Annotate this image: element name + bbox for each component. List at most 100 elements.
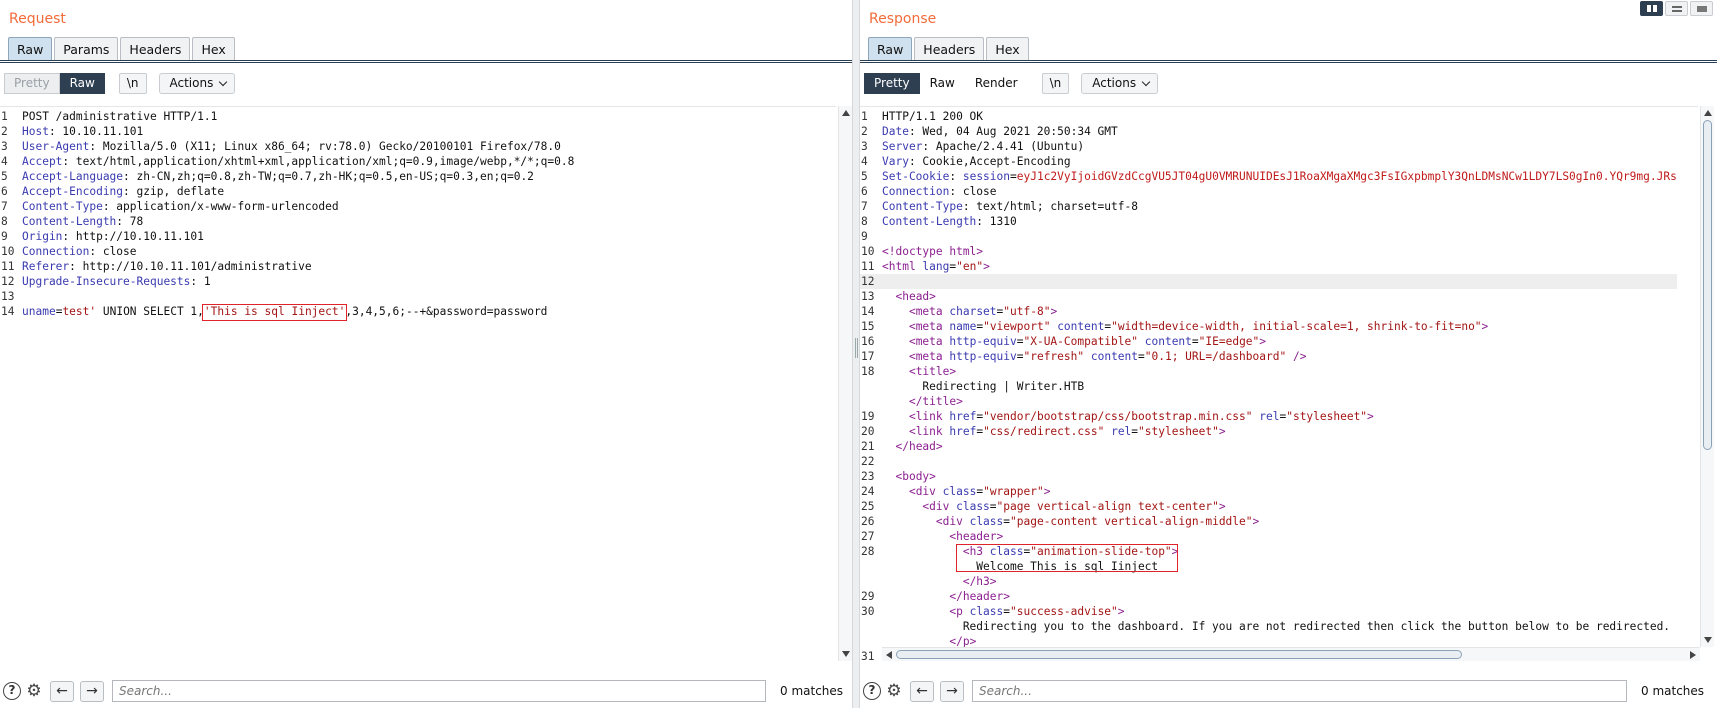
code-text: Content-Type: text/html; charset=utf-8 bbox=[882, 199, 1138, 214]
settings-button[interactable]: ⚙ bbox=[24, 681, 44, 701]
code-text: HTTP/1.1 200 OK bbox=[882, 109, 983, 124]
line-number: 14 bbox=[861, 305, 875, 318]
code-line: 26 <div class="page-content vertical-ali… bbox=[860, 514, 1677, 529]
response-vertical-scrollbar[interactable] bbox=[1700, 106, 1714, 647]
scroll-up-icon[interactable] bbox=[1704, 110, 1712, 116]
response-footer: ? ⚙ ← → Search... 0 matches bbox=[860, 676, 1704, 706]
horizontal-scroll-thumb[interactable] bbox=[896, 650, 1462, 659]
code-token: href bbox=[949, 425, 977, 438]
code-line: 8 Content-Length: 1310 bbox=[860, 214, 1677, 229]
help-button[interactable]: ? bbox=[862, 681, 882, 701]
code-token: <link bbox=[908, 410, 950, 423]
code-line: 27 <header> bbox=[860, 529, 1677, 544]
code-text: <title> bbox=[882, 364, 956, 379]
code-text: Accept-Encoding: gzip, deflate bbox=[22, 184, 224, 199]
line-number: 4 bbox=[1, 155, 8, 168]
code-token: session bbox=[962, 170, 1010, 183]
help-button[interactable]: ? bbox=[2, 681, 22, 701]
code-line: 9 bbox=[860, 229, 1677, 244]
previous-match-button[interactable]: ← bbox=[50, 680, 74, 702]
code-line: 4 Accept: text/html,application/xhtml+xml… bbox=[0, 154, 574, 169]
next-match-button[interactable]: → bbox=[940, 680, 964, 702]
tab-params[interactable]: Params bbox=[54, 37, 119, 61]
code-text: uname=test' UNION SELECT 1,'This is sql … bbox=[22, 304, 547, 319]
request-match-count: 0 matches bbox=[780, 684, 844, 698]
chevron-down-icon bbox=[1141, 77, 1151, 87]
tab-headers[interactable]: Headers bbox=[120, 37, 191, 61]
line-number: 16 bbox=[861, 335, 875, 348]
newline-toggle[interactable]: \n bbox=[118, 73, 147, 94]
response-horizontal-scrollbar[interactable] bbox=[882, 647, 1700, 661]
actions-dropdown[interactable]: Actions bbox=[1081, 73, 1159, 94]
line-number: 5 bbox=[861, 170, 868, 183]
code-token: : close bbox=[949, 185, 997, 198]
scroll-down-icon[interactable] bbox=[842, 651, 850, 657]
tab-hex[interactable]: Hex bbox=[192, 37, 235, 61]
code-token: <div bbox=[908, 485, 943, 498]
tab-hex[interactable]: Hex bbox=[986, 37, 1029, 61]
pretty-button[interactable]: Pretty bbox=[4, 73, 60, 94]
code-token: Welcome This is sql Iinject bbox=[882, 560, 1159, 573]
code-token: 'This is sql Iinject' bbox=[203, 305, 346, 318]
request-search-input[interactable]: Search... bbox=[112, 680, 766, 702]
code-token: "vendor/bootstrap/css/bootstrap.min.css" bbox=[983, 410, 1253, 423]
code-text: <link href="vendor/bootstrap/css/bootstr… bbox=[882, 409, 1374, 424]
layout-tabs-button[interactable] bbox=[1690, 1, 1713, 16]
code-text: <div class="wrapper"> bbox=[882, 484, 1051, 499]
scroll-down-icon[interactable] bbox=[1704, 637, 1712, 643]
request-editor[interactable]: 1 POST /administrative HTTP/1.1 2 Host: 10.… bbox=[0, 106, 836, 661]
tab-raw[interactable]: Raw bbox=[8, 37, 53, 61]
actions-label: Actions bbox=[1092, 76, 1137, 90]
code-line: 13 <head> bbox=[860, 289, 1677, 304]
scroll-up-icon[interactable] bbox=[842, 110, 850, 116]
code-token: : text/html; charset=utf-8 bbox=[962, 200, 1138, 213]
previous-match-button[interactable]: ← bbox=[910, 680, 934, 702]
vertical-scroll-thumb[interactable] bbox=[1703, 120, 1712, 450]
code-text: <h3 class="animation-slide-top"> bbox=[882, 544, 1179, 559]
code-line: 7 Content-Type: text/html; charset=utf-8 bbox=[860, 199, 1677, 214]
response-search-input[interactable]: Search... bbox=[972, 680, 1627, 702]
code-token: Accept-Encoding bbox=[22, 185, 124, 198]
code-text: <p class="success-advise"> bbox=[882, 604, 1124, 619]
request-vertical-scrollbar[interactable] bbox=[838, 106, 852, 661]
render-button[interactable]: Render bbox=[965, 73, 1028, 94]
code-text: <meta name="viewport" content="width=dev… bbox=[882, 319, 1488, 334]
code-line: 25 <div class="page vertical-align text-… bbox=[860, 499, 1677, 514]
code-line: 12 bbox=[860, 274, 1677, 289]
code-text: Connection: close bbox=[882, 184, 997, 199]
tab-raw[interactable]: Raw bbox=[868, 37, 913, 61]
code-token: Date bbox=[882, 125, 909, 138]
tab-headers[interactable]: Headers bbox=[914, 37, 985, 61]
code-text: </title> bbox=[882, 394, 963, 409]
newline-toggle[interactable]: \n bbox=[1041, 73, 1070, 94]
actions-dropdown[interactable]: Actions bbox=[158, 73, 236, 94]
pane-splitter[interactable] bbox=[852, 0, 860, 708]
line-number: 14 bbox=[1, 305, 15, 318]
settings-button[interactable]: ⚙ bbox=[884, 681, 904, 701]
scroll-left-icon[interactable] bbox=[886, 651, 892, 659]
next-match-button[interactable]: → bbox=[80, 680, 104, 702]
code-token: "utf-8" bbox=[1003, 305, 1051, 318]
layout-stacked-button[interactable] bbox=[1665, 1, 1688, 16]
response-editor[interactable]: 1 HTTP/1.1 200 OK 2 Date: Wed, 04 Aug 2021 … bbox=[860, 106, 1698, 661]
raw-button[interactable]: Raw bbox=[59, 73, 105, 94]
code-line: 16 <meta http-equiv = "X-UA-Compatible" co… bbox=[860, 334, 1677, 349]
code-token: </title> bbox=[908, 395, 963, 408]
code-token: Vary bbox=[882, 155, 909, 168]
code-text: <link href="css/redirect.css" rel="style… bbox=[882, 424, 1226, 439]
code-text: Upgrade-Insecure-Requests: 1 bbox=[22, 274, 211, 289]
pretty-button[interactable]: Pretty bbox=[864, 73, 920, 94]
scroll-right-icon[interactable] bbox=[1690, 651, 1696, 659]
line-number: 3 bbox=[861, 140, 868, 153]
code-line: 20 <link href="css/redirect.css" rel="st… bbox=[860, 424, 1677, 439]
code-line: 10 Connection: close bbox=[0, 244, 574, 259]
code-token: "width=device-width, initial-scale=1, sh… bbox=[1111, 320, 1482, 333]
splitter-grip-icon bbox=[855, 338, 858, 358]
code-text: <body> bbox=[882, 469, 935, 484]
code-token: <meta bbox=[908, 305, 950, 318]
code-token: Content-Type bbox=[22, 200, 103, 213]
raw-button[interactable]: Raw bbox=[920, 73, 965, 94]
layout-side-by-side-button[interactable] bbox=[1640, 1, 1663, 16]
